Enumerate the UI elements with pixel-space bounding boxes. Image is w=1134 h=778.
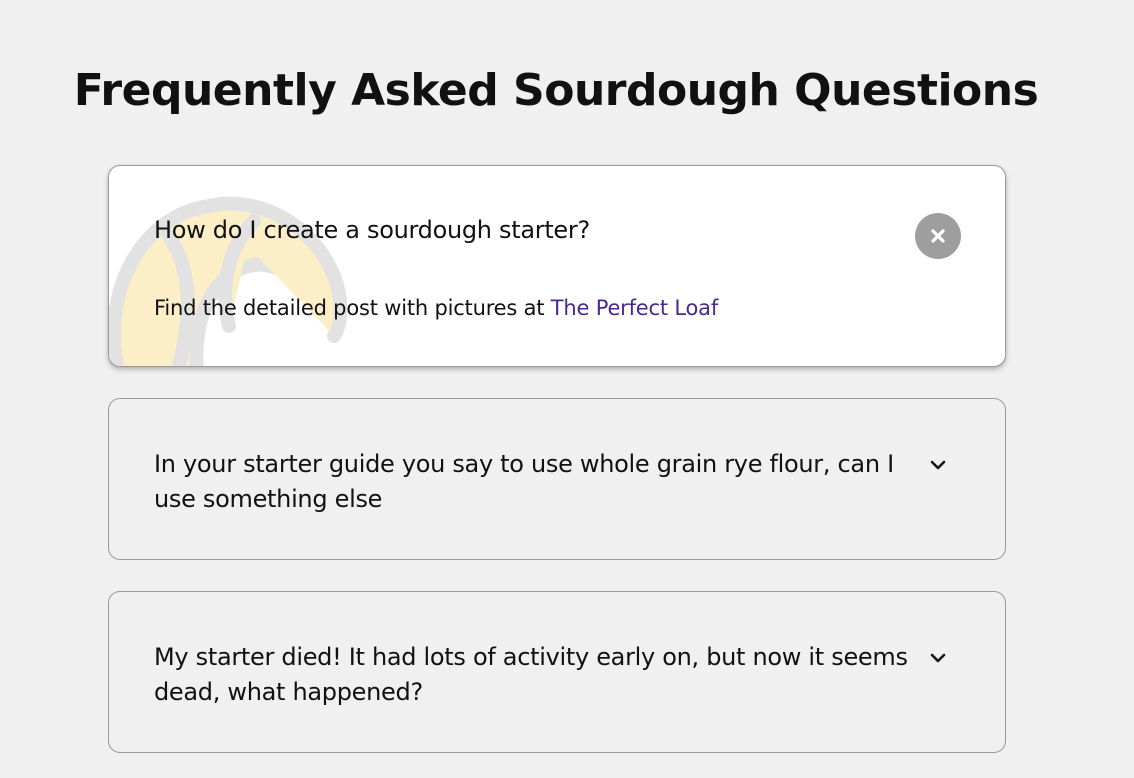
faq-item-3[interactable]: My starter died! It had lots of activity… <box>108 591 1006 753</box>
faq-question[interactable]: How do I create a sourdough starter? <box>154 213 914 248</box>
the-perfect-loaf-link[interactable]: The Perfect Loaf <box>551 296 718 320</box>
faq-item-2[interactable]: In your starter guide you say to use who… <box>108 398 1006 560</box>
faq-answer: Find the detailed post with pictures at … <box>154 293 718 323</box>
faq-item-1[interactable]: How do I create a sourdough starter? Fin… <box>108 165 1006 367</box>
croissant-icon <box>109 196 348 366</box>
chevron-down-icon <box>930 653 946 663</box>
close-button[interactable] <box>915 213 961 259</box>
expand-toggle[interactable] <box>927 647 949 669</box>
faq-answer-text: Find the detailed post with pictures at <box>154 296 551 320</box>
faq-question[interactable]: My starter died! It had lots of activity… <box>154 640 914 710</box>
chevron-down-icon <box>930 460 946 470</box>
page-title: Frequently Asked Sourdough Questions <box>73 65 1039 116</box>
faq-question[interactable]: In your starter guide you say to use who… <box>154 447 914 517</box>
expand-toggle[interactable] <box>927 454 949 476</box>
close-icon <box>931 229 945 243</box>
